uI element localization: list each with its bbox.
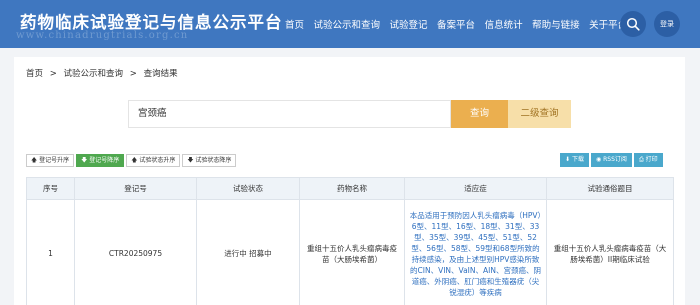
- download-button[interactable]: ⬇ 下载: [560, 153, 589, 167]
- rss-icon: ◉: [595, 156, 602, 163]
- table-header-row: 序号 登记号 试验状态 药物名称 适应症 试验通俗题目: [26, 177, 674, 200]
- breadcrumb-current: 查询结果: [143, 69, 178, 79]
- cell-index: 1: [26, 199, 75, 305]
- results-table: 序号 登记号 试验状态 药物名称 适应症 试验通俗题目 1 CTR2025097…: [26, 177, 674, 305]
- header-search-button[interactable]: [620, 11, 646, 37]
- export-toolbar: ⬇ 下载 ◉ RSS订阅 ⎙ 打印: [558, 153, 663, 167]
- download-icon: ⬇: [565, 156, 571, 163]
- sort-status-asc-button[interactable]: 🡅 试验状态升序: [126, 154, 181, 167]
- nav-home[interactable]: 首页: [285, 17, 304, 31]
- nav-help-links[interactable]: 帮助与链接: [532, 17, 580, 31]
- sort-status-desc-button[interactable]: 🡇 试验状态降序: [182, 154, 237, 167]
- arrow-up-icon: 🡅: [31, 157, 38, 164]
- arrow-down-icon: 🡇: [81, 157, 88, 164]
- content-panel: 首页 > 试验公示和查询 > 查询结果 宫颈癌 查询 二级查询 🡅 登记号升序 …: [14, 57, 685, 305]
- nav-trial-registration[interactable]: 试验登记: [390, 17, 428, 31]
- breadcrumb-separator: >: [49, 69, 57, 79]
- sort-toolbar: 🡅 登记号升序 🡇 登记号降序 🡅 试验状态升序 🡇 试验状态降序: [26, 154, 238, 167]
- print-button[interactable]: ⎙ 打印: [633, 153, 663, 167]
- print-label: 打印: [645, 156, 658, 163]
- sort-regno-asc-label: 登记号升序: [39, 157, 70, 164]
- col-header-indication: 适应症: [404, 177, 547, 200]
- sort-regno-desc-label: 登记号降序: [89, 157, 120, 164]
- breadcrumb-home[interactable]: 首页: [26, 69, 43, 79]
- arrow-up-icon: 🡅: [131, 157, 138, 164]
- cell-drug-name: 重组十五价人乳头瘤病毒疫苗（大肠埃希菌）: [299, 199, 405, 305]
- print-icon: ⎙: [638, 156, 644, 163]
- col-header-reg-no[interactable]: 登记号: [74, 177, 197, 200]
- download-label: 下载: [571, 156, 584, 163]
- nav-statistics[interactable]: 信息统计: [485, 17, 523, 31]
- col-header-status[interactable]: 试验状态: [196, 177, 300, 200]
- table-row[interactable]: 1 CTR20250975 进行中 招募中 重组十五价人乳头瘤病毒疫苗（大肠埃希…: [26, 199, 674, 305]
- nav-filing-platform[interactable]: 备案平台: [437, 17, 475, 31]
- sort-status-asc-label: 试验状态升序: [139, 157, 176, 164]
- search-icon: [626, 17, 640, 31]
- login-button[interactable]: 登录: [654, 11, 680, 37]
- rss-label: RSS订阅: [603, 156, 627, 163]
- col-header-title: 试验通俗题目: [546, 177, 674, 200]
- search-input[interactable]: 宫颈癌: [128, 100, 451, 128]
- top-header: 药物临床试验登记与信息公示平台 www.chinadrugtrials.org.…: [0, 0, 700, 48]
- breadcrumb: 首页 > 试验公示和查询 > 查询结果: [26, 67, 182, 79]
- cell-status: 进行中 招募中: [196, 199, 300, 305]
- cell-indication[interactable]: 本品适用于预防因人乳头瘤病毒（HPV）6型、11型、16型、18型、31型、33…: [404, 199, 547, 305]
- nav-trial-search[interactable]: 试验公示和查询: [314, 17, 381, 31]
- query-button[interactable]: 查询: [451, 100, 508, 128]
- col-header-drug: 药物名称: [299, 177, 405, 200]
- arrow-down-icon: 🡇: [187, 157, 194, 164]
- sort-status-desc-label: 试验状态降序: [195, 157, 232, 164]
- cell-reg-no[interactable]: CTR20250975: [74, 199, 197, 305]
- sort-regno-desc-button[interactable]: 🡇 登记号降序: [76, 154, 125, 167]
- rss-button[interactable]: ◉ RSS订阅: [590, 153, 632, 167]
- sort-regno-asc-button[interactable]: 🡅 登记号升序: [26, 154, 75, 167]
- second-level-query-button[interactable]: 二级查询: [508, 100, 571, 128]
- cell-trial-title: 重组十五价人乳头瘤病毒疫苗（大肠埃希菌）II期临床试验: [546, 199, 674, 305]
- breadcrumb-trial-search[interactable]: 试验公示和查询: [64, 69, 124, 79]
- main-nav: 首页 试验公示和查询 试验登记 备案平台 信息统计 帮助与链接 关于平台: [285, 17, 637, 31]
- col-header-index: 序号: [26, 177, 75, 200]
- site-url-watermark: www.chinadrugtrials.org.cn: [16, 30, 189, 41]
- breadcrumb-separator: >: [129, 69, 137, 79]
